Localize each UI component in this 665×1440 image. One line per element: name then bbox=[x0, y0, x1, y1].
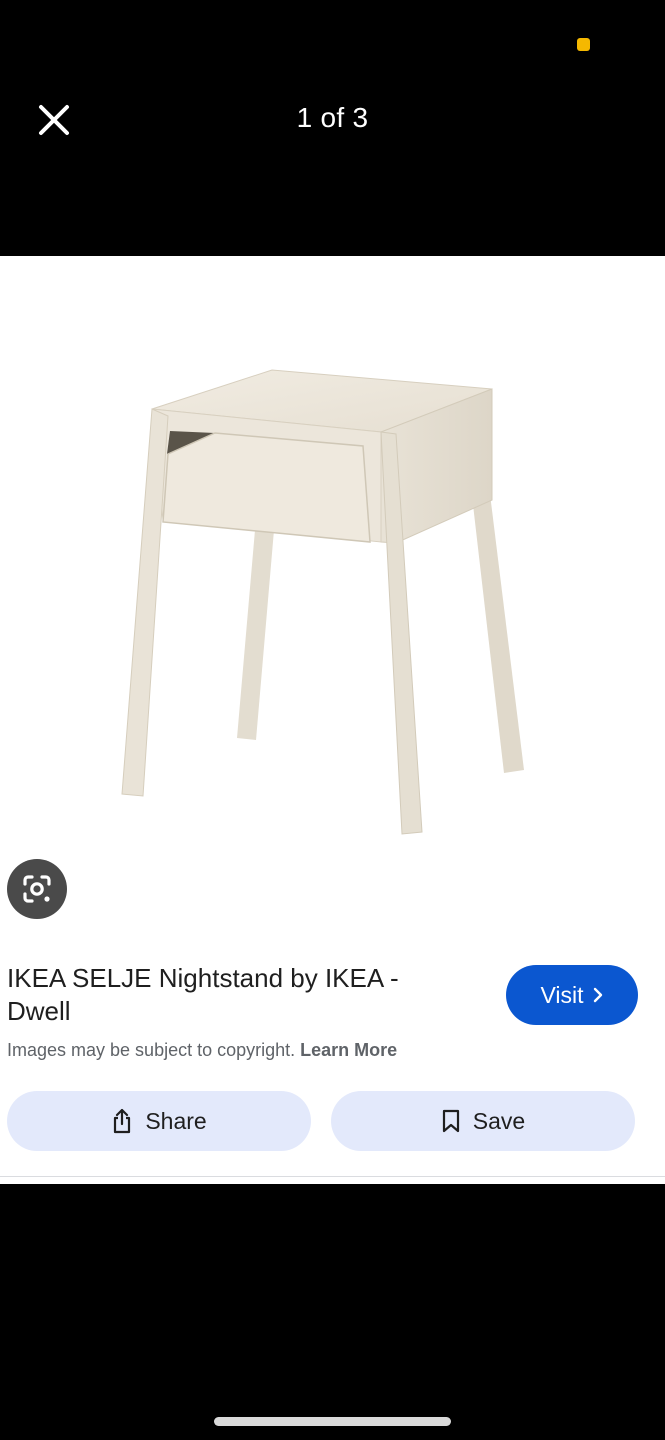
save-label: Save bbox=[472, 1107, 526, 1134]
image-counter: 1 of 3 bbox=[296, 102, 369, 133]
copyright-text: Images may be subject to copyright. bbox=[7, 1040, 296, 1060]
share-icon bbox=[114, 1108, 131, 1134]
nightstand-image bbox=[121, 369, 524, 835]
chevron-right-icon bbox=[593, 987, 602, 1003]
result-panel: IKEA SELJE Nightstand by IKEA - Dwell Vi… bbox=[0, 256, 665, 1184]
divider bbox=[0, 1176, 665, 1177]
visit-label: Visit bbox=[540, 981, 584, 1008]
share-button[interactable]: Share bbox=[7, 1091, 311, 1151]
status-indicator-dot bbox=[577, 38, 590, 51]
copyright-notice: Images may be subject to copyright. Lear… bbox=[7, 1040, 397, 1061]
product-image[interactable] bbox=[0, 256, 665, 928]
google-lens-button[interactable] bbox=[7, 859, 67, 919]
save-button[interactable]: Save bbox=[331, 1091, 635, 1151]
home-indicator[interactable] bbox=[214, 1417, 451, 1426]
bookmark-icon bbox=[442, 1109, 459, 1133]
learn-more-link[interactable]: Learn More bbox=[300, 1040, 397, 1060]
result-title[interactable]: IKEA SELJE Nightstand by IKEA - Dwell bbox=[7, 962, 457, 1028]
image-viewer-screen: 1 of 3 IKEA SELJE Nightstand by IKEA - D… bbox=[0, 0, 665, 1440]
google-lens-icon bbox=[23, 875, 51, 903]
visit-button[interactable]: Visit bbox=[506, 965, 638, 1025]
share-label: Share bbox=[145, 1107, 207, 1134]
